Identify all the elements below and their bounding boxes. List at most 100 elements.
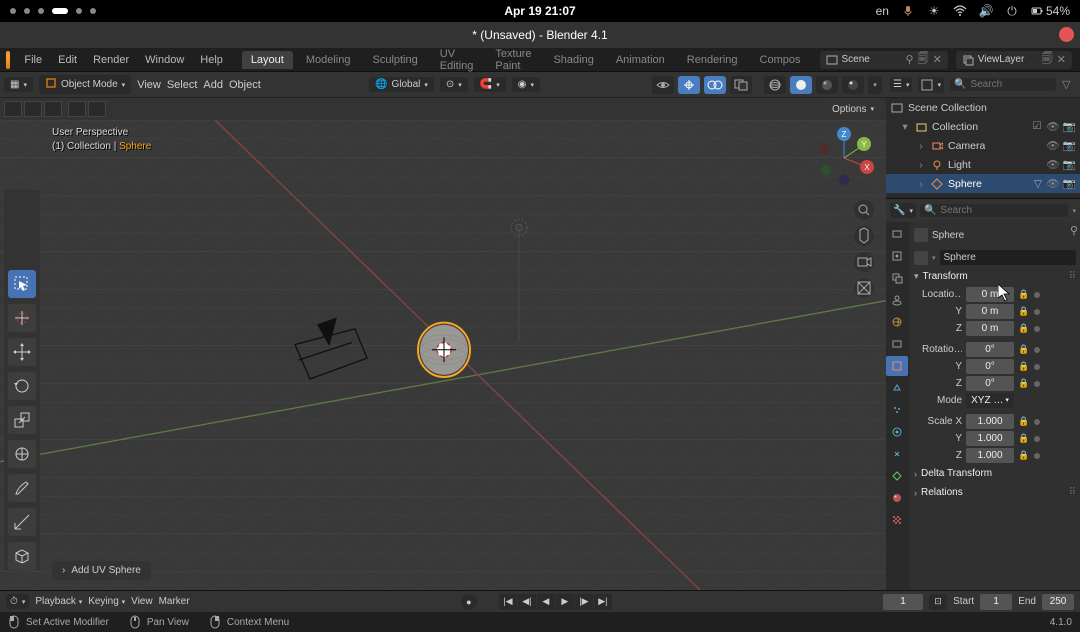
keyframe-dot[interactable] [1034, 309, 1040, 315]
outliner-row-sphere[interactable]: › Sphere ▽ 👁📷 [886, 174, 1080, 193]
end-frame-input[interactable]: 250 [1042, 594, 1074, 610]
keyframe-dot[interactable] [1034, 326, 1040, 332]
pin-scene-icon[interactable]: ⚲ [906, 53, 914, 66]
eye-icon[interactable]: 👁 [1046, 158, 1060, 171]
selbox-2[interactable] [24, 101, 42, 117]
close-icon[interactable] [1059, 27, 1074, 42]
rotation-mode-select[interactable]: XYZ …▾ [966, 393, 1014, 408]
play-button[interactable]: ▶ [556, 594, 574, 610]
volume-icon[interactable]: 🔊 [979, 4, 993, 18]
scene-name-input[interactable] [842, 54, 902, 65]
outliner-row-light[interactable]: › Light 👁📷 [886, 155, 1080, 174]
relations-header[interactable]: ›Relations⠿ [914, 483, 1076, 502]
tab-texture[interactable] [886, 510, 908, 530]
system-datetime[interactable]: Apr 19 21:07 [504, 4, 575, 18]
eye-icon[interactable]: 👁 [1046, 120, 1060, 133]
camera-restrict-icon[interactable]: 📷 [1062, 158, 1076, 171]
outliner-row-camera[interactable]: › Camera 👁📷 [886, 136, 1080, 155]
transform-tool[interactable] [8, 440, 36, 468]
solid-shading[interactable] [790, 76, 812, 94]
scale-y-input[interactable]: 1.000 [966, 431, 1014, 446]
lock-icon[interactable]: 🔒 [1018, 450, 1030, 461]
timeline-editor-type[interactable]: ⏱▾ [6, 594, 29, 609]
lock-icon[interactable]: 🔒 [1018, 378, 1030, 389]
scale-z-input[interactable]: 1.000 [966, 448, 1014, 463]
eye-icon[interactable]: 👁 [1046, 139, 1060, 152]
outliner-filter-icon[interactable]: ▽ [1062, 78, 1076, 91]
tab-particles[interactable] [886, 400, 908, 420]
tab-modifiers[interactable] [886, 378, 908, 398]
tab-scene[interactable] [886, 290, 908, 310]
marker-menu[interactable]: Marker [159, 596, 190, 607]
visibility-toggle[interactable] [652, 76, 674, 94]
workspace-tab-animation[interactable]: Animation [607, 51, 674, 69]
brightness-icon[interactable]: ☀ [927, 4, 941, 18]
cursor-tool[interactable] [8, 304, 36, 332]
menu-window[interactable]: Window [139, 52, 190, 68]
add-cube-tool[interactable] [8, 542, 36, 570]
xray-toggle[interactable] [730, 76, 752, 94]
outliner-search[interactable]: 🔍 [950, 78, 1056, 91]
rotate-tool[interactable] [8, 372, 36, 400]
overlay-toggle[interactable] [704, 76, 726, 94]
delete-layer-icon[interactable]: ✕ [1057, 53, 1066, 66]
range-toggle[interactable]: ⊡ [929, 594, 947, 610]
menu-help[interactable]: Help [194, 52, 229, 68]
keyframe-dot[interactable] [1034, 453, 1040, 459]
vp-menu-select[interactable]: Select [167, 79, 198, 91]
outliner-tree[interactable]: Scene Collection ▾ Collection ☑👁📷 › Came… [886, 98, 1080, 198]
pan-gizmo-icon[interactable] [854, 226, 874, 246]
mode-selector[interactable]: Object Mode▾ [39, 75, 131, 94]
gizmo-toggle[interactable] [678, 76, 700, 94]
viewport-options[interactable]: Options▾ [824, 101, 882, 118]
tab-constraints[interactable] [886, 444, 908, 464]
camera-gizmo-icon[interactable] [854, 252, 874, 272]
power-icon[interactable]: ⏻ [1005, 4, 1019, 18]
pin-icon[interactable]: ⚲ [1070, 224, 1078, 237]
keying-menu[interactable]: Keying ▾ [88, 596, 125, 607]
keyframe-dot[interactable] [1034, 381, 1040, 387]
disclosure-icon[interactable]: › [916, 159, 926, 171]
pivot-selector[interactable]: ⊙▾ [440, 77, 468, 92]
location-y-input[interactable]: 0 m [966, 304, 1014, 319]
keyframe-prev-button[interactable]: ◀| [518, 594, 536, 610]
measure-tool[interactable] [8, 508, 36, 536]
viewlayer-selector[interactable]: 🗐 ✕ [956, 51, 1072, 69]
tab-viewlayer[interactable] [886, 268, 908, 288]
keyboard-lang[interactable]: en [876, 4, 889, 18]
lock-icon[interactable]: 🔒 [1018, 323, 1030, 334]
transform-panel-header[interactable]: ▾Transform⠿ [914, 267, 1076, 286]
current-frame-input[interactable]: 1 [883, 594, 923, 610]
tab-material[interactable] [886, 488, 908, 508]
proportional-toggle[interactable]: ◉▾ [512, 77, 540, 92]
blender-logo-icon[interactable] [6, 51, 10, 69]
lock-icon[interactable]: 🔒 [1018, 344, 1030, 355]
outliner-row-collection[interactable]: ▾ Collection ☑👁📷 [886, 117, 1080, 136]
disclosure-icon[interactable]: › [916, 178, 926, 190]
workspace-tab-sculpting[interactable]: Sculpting [363, 51, 426, 69]
playback-menu[interactable]: Playback ▾ [35, 596, 82, 607]
tab-world[interactable] [886, 312, 908, 332]
eye-icon[interactable]: 👁 [1046, 177, 1060, 190]
selbox-5[interactable] [88, 101, 106, 117]
rotation-x-input[interactable]: 0° [966, 342, 1014, 357]
camera-restrict-icon[interactable]: 📷 [1062, 139, 1076, 152]
camera-restrict-icon[interactable]: 📷 [1062, 177, 1076, 190]
selbox-3[interactable] [44, 101, 62, 117]
properties-options-icon[interactable]: ▾ [1072, 207, 1076, 215]
play-reverse-button[interactable]: ◀ [537, 594, 555, 610]
location-z-input[interactable]: 0 m [966, 321, 1014, 336]
lock-icon[interactable]: 🔒 [1018, 289, 1030, 300]
scale-tool[interactable] [8, 406, 36, 434]
start-frame-input[interactable]: 1 [980, 594, 1012, 610]
lock-icon[interactable]: 🔒 [1018, 433, 1030, 444]
operator-panel[interactable]: › Add UV Sphere [52, 561, 151, 580]
properties-editor-type[interactable]: 🔧▾ [890, 203, 916, 218]
rotation-z-input[interactable]: 0° [966, 376, 1014, 391]
vp-menu-view[interactable]: View [137, 79, 161, 91]
keyframe-dot[interactable] [1034, 347, 1040, 353]
select-box-tool[interactable] [8, 270, 36, 298]
menu-file[interactable]: File [18, 52, 48, 68]
keyframe-dot[interactable] [1034, 364, 1040, 370]
perspective-gizmo-icon[interactable] [854, 278, 874, 298]
